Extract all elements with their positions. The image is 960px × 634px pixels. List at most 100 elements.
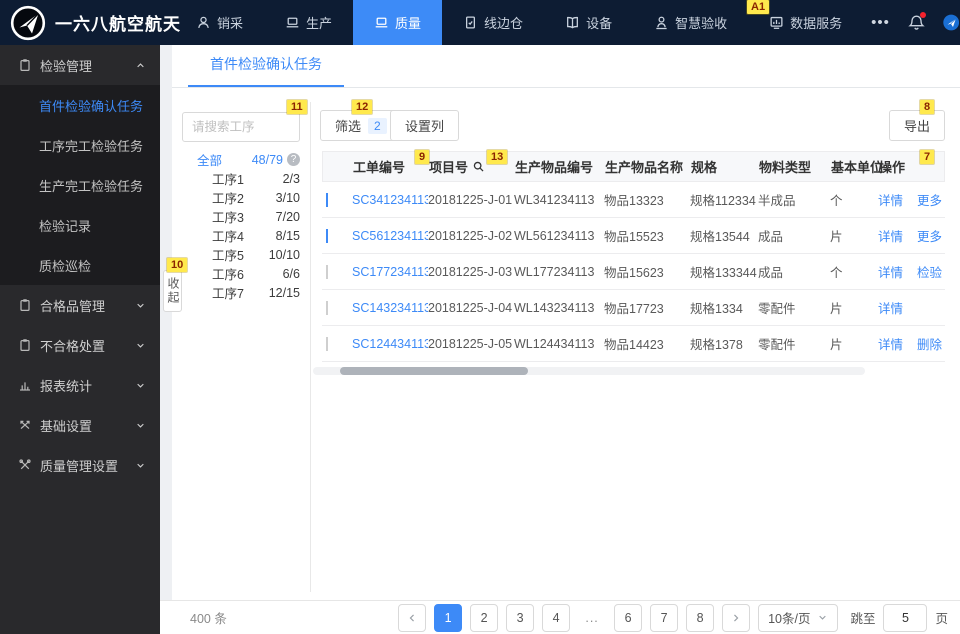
- item-name: 物品15523: [604, 230, 664, 244]
- tab-first-article-inspection[interactable]: 首件检验确认任务: [188, 54, 344, 87]
- column-header: 生产物品名称: [605, 160, 684, 175]
- sidebar-group-label: 质量管理设置: [40, 458, 119, 474]
- sidebar-group[interactable]: 报表统计: [0, 365, 160, 405]
- process-name: 工序6: [212, 268, 244, 282]
- process-filter-all[interactable]: 全部 48/79: [182, 150, 300, 169]
- process-filter-item[interactable]: 工序4 8/15: [182, 226, 300, 245]
- project-no: 20181225-J-05: [428, 336, 513, 351]
- item-no: WL143234113: [514, 300, 595, 315]
- notification-bell-icon[interactable]: [908, 12, 926, 31]
- table-row: SC341234113 20181225-J-01 WL341234113 物品…: [322, 182, 945, 218]
- som-badge: 8: [920, 100, 935, 114]
- project-no: 20181225-J-03: [428, 264, 513, 279]
- top-nav-item[interactable]: 销采: [175, 0, 264, 45]
- column-settings-button[interactable]: 设置列: [390, 110, 460, 141]
- sidebar-subitem[interactable]: 检验记录: [0, 205, 160, 245]
- top-nav-item[interactable]: 智慧验收: [633, 0, 748, 45]
- page-size-select[interactable]: 10条/页: [758, 603, 839, 632]
- process-filter-item[interactable]: 工序5 10/10: [182, 245, 300, 264]
- sidebar-group-icon: [20, 299, 30, 312]
- page-button[interactable]: 8: [686, 603, 715, 632]
- spec: 规格13544: [690, 230, 750, 244]
- item-name: 物品15623: [604, 266, 664, 280]
- sidebar-subitem[interactable]: 生产完工检验任务: [0, 165, 160, 205]
- page-button[interactable]: 6: [614, 603, 643, 632]
- nav-item-icon: [374, 15, 389, 30]
- page-button[interactable]: 2: [470, 603, 499, 632]
- horizontal-scrollbar-thumb[interactable]: [340, 367, 528, 375]
- process-filter-item[interactable]: 工序6 6/6: [182, 264, 300, 283]
- page-button[interactable]: 4: [542, 603, 571, 632]
- detail-link[interactable]: 详情: [878, 190, 903, 209]
- next-page-button[interactable]: [722, 603, 751, 632]
- page-button[interactable]: 3: [506, 603, 535, 632]
- row-checkbox[interactable]: [326, 192, 328, 207]
- top-nav-item[interactable]: 质量: [353, 0, 443, 45]
- more-menu-icon[interactable]: •••: [871, 14, 890, 31]
- chevron-down-icon: [135, 460, 146, 471]
- more-action-link[interactable]: 更多: [917, 190, 942, 209]
- process-filter-list: 工序1 2/3 工序2 3/10 工序3 7/20 工序4 8/15 工序5 1…: [182, 169, 300, 302]
- process-filter-item[interactable]: 工序3 7/20: [182, 207, 300, 226]
- avatar: [943, 14, 959, 31]
- item-name: 物品17723: [604, 302, 664, 316]
- top-nav-item[interactable]: 设备: [544, 0, 633, 45]
- sidebar-group[interactable]: 不合格处置: [0, 325, 160, 365]
- tasks-table: 工单编号 项目号 生产物品编号 生产物品名称 规格 物料类型 基本单位 操作 SC341234…: [322, 151, 945, 362]
- sidebar-group-inspection[interactable]: 检验管理: [0, 45, 160, 85]
- sidebar-submenu: 首件检验确认任务 工序完工检验任务 生产完工检验任务 检验记录 质检巡检: [0, 85, 160, 285]
- som-badge: 13: [487, 150, 508, 164]
- spec: 规格1334: [690, 302, 743, 316]
- process-name: 工序5: [212, 249, 244, 263]
- detail-link[interactable]: 详情: [878, 334, 903, 353]
- page-button[interactable]: 1: [434, 603, 463, 632]
- work-order-link[interactable]: SC341234113: [352, 193, 428, 207]
- sidebar-group-label: 检验管理: [40, 58, 93, 74]
- detail-link[interactable]: 详情: [878, 262, 903, 281]
- detail-link[interactable]: 详情: [878, 298, 903, 317]
- app-window: 一六八航空航天 销采 生产 质量 线边仓 设备 智慧验收 数据服务 ••• 检验…: [0, 0, 960, 634]
- row-checkbox[interactable]: [326, 300, 328, 315]
- sidebar-group[interactable]: 质量管理设置: [0, 445, 160, 485]
- export-button[interactable]: 导出: [888, 110, 945, 141]
- more-action-link[interactable]: 检验: [917, 262, 942, 281]
- prev-page-button[interactable]: [398, 603, 427, 632]
- top-nav-item[interactable]: 生产: [264, 0, 353, 45]
- chevron-down-icon: [135, 380, 146, 391]
- user-menu[interactable]: 吴东阳: [943, 0, 960, 51]
- collapse-panel-button[interactable]: 收起: [163, 270, 182, 312]
- page-button[interactable]: ...: [578, 603, 607, 632]
- sidebar-groups: 合格品管理 不合格处置 报表统计 基础设置 质量管理设置: [0, 285, 160, 485]
- row-checkbox[interactable]: [326, 228, 328, 243]
- help-icon[interactable]: [287, 153, 300, 166]
- work-order-link[interactable]: SC124434113: [352, 337, 428, 351]
- sidebar-subitem[interactable]: 工序完工检验任务: [0, 125, 160, 165]
- jump-page-input[interactable]: [883, 603, 928, 632]
- sidebar-subitem[interactable]: 质检巡检: [0, 245, 160, 285]
- more-action-link[interactable]: 更多: [917, 226, 942, 245]
- row-checkbox[interactable]: [326, 336, 328, 351]
- work-order-link[interactable]: SC143234113: [352, 301, 428, 315]
- row-checkbox[interactable]: [326, 264, 328, 279]
- work-order-link[interactable]: SC177234113: [352, 265, 428, 279]
- process-count: 6/6: [282, 266, 300, 281]
- top-nav-item[interactable]: 线边仓: [442, 0, 544, 45]
- process-filter-item[interactable]: 工序7 12/15: [182, 283, 300, 302]
- detail-link[interactable]: 详情: [878, 226, 903, 245]
- sidebar-group[interactable]: 合格品管理: [0, 285, 160, 325]
- more-action-link[interactable]: 删除: [917, 334, 942, 353]
- process-filter-item[interactable]: 工序2 3/10: [182, 188, 300, 207]
- process-name: 工序2: [212, 192, 244, 206]
- topbar-right: ••• 吴东阳 退出: [871, 0, 960, 51]
- sidebar-group[interactable]: 基础设置: [0, 405, 160, 445]
- search-icon[interactable]: [472, 160, 485, 173]
- page-button[interactable]: 7: [650, 603, 679, 632]
- nav-item-label: 质量: [395, 16, 422, 31]
- process-all-count: 48/79: [251, 152, 283, 167]
- sidebar-subitem[interactable]: 首件检验确认任务: [0, 85, 160, 125]
- item-no: WL124434113: [514, 336, 595, 351]
- process-search-input[interactable]: [182, 112, 300, 142]
- work-order-link[interactable]: SC561234113: [352, 229, 428, 243]
- page-buttons: 1 2 3 4 ... 6 7 8: [434, 603, 715, 632]
- process-filter-item[interactable]: 工序1 2/3: [182, 169, 300, 188]
